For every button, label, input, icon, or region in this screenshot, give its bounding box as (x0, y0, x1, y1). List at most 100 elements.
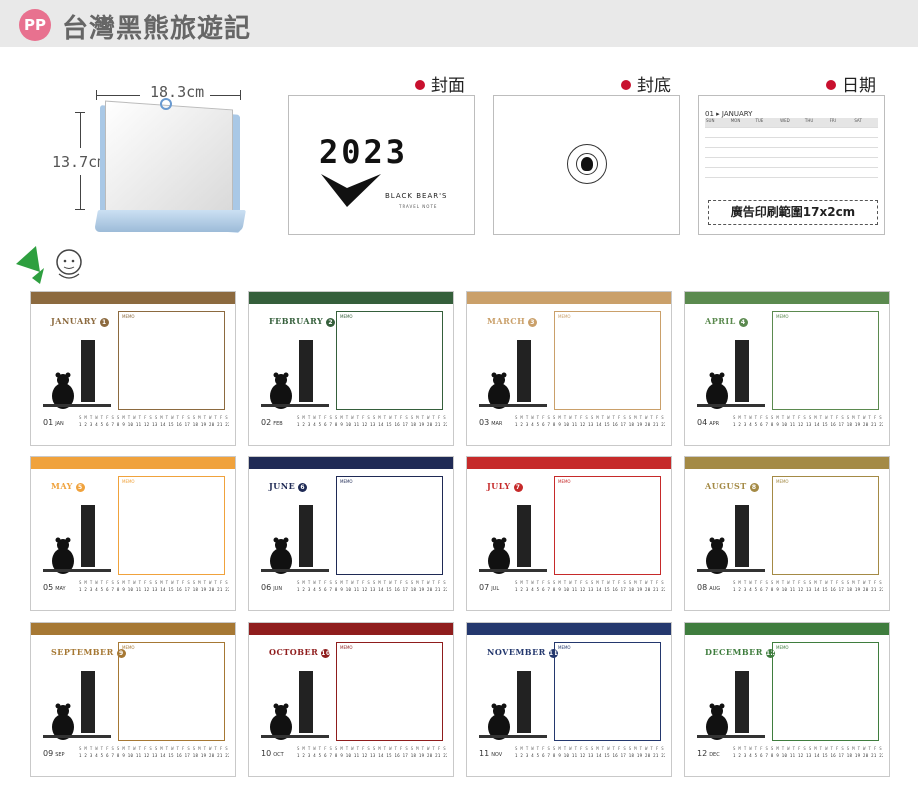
month-color-band (685, 457, 889, 469)
month-card-july: JULY 7 MEMO 07 JUL S M T W T F S S M T W T F … (466, 456, 672, 611)
week-row (705, 158, 878, 168)
month-footer-number: 02 (261, 418, 272, 427)
memo-box: MEMO (118, 476, 225, 575)
weekday-strip: S M T W T F S S M T W T F S S M T W T F … (515, 415, 665, 420)
month-name: FEBRUARY 2 (269, 316, 336, 327)
day-strip: S M T W T F S S M T W T F S S M T W T F … (297, 746, 447, 762)
weekday-strip: S M T W T F S S M T W T F S S M T W T F … (79, 580, 229, 585)
memo-box: MEMO (554, 642, 661, 741)
day-strip: S M T W T F S S M T W T F S S M T W T F … (515, 415, 665, 431)
dimension-tick (96, 90, 97, 100)
date-strip: 1 2 3 4 5 6 7 8 9 10 11 12 13 14 15 16 1… (733, 753, 883, 758)
memo-box: MEMO (554, 476, 661, 575)
month-name: JUNE 6 (269, 481, 308, 492)
day-strip: S M T W T F S S M T W T F S S M T W T F … (733, 580, 883, 596)
day-strip: S M T W T F S S M T W T F S S M T W T F … (297, 415, 447, 431)
bear-illustration-icon (697, 671, 765, 740)
dimension-line-height-top (80, 112, 81, 148)
cover-brand-sub: TRAVEL NOTE (399, 204, 438, 209)
month-name: JULY 7 (487, 481, 523, 492)
memo-box: MEMO (772, 476, 879, 575)
month-color-band (249, 623, 453, 635)
month-card-march: MARCH 3 MEMO 03 MAR S M T W T F S S M T W T F… (466, 291, 672, 446)
month-name-text: APRIL (705, 316, 736, 326)
month-card-september: SEPTEMBER 9 MEMO 09 SEP S M T W T F S S M T W… (30, 622, 236, 777)
month-footer-number: 04 (697, 418, 708, 427)
back-preview (493, 95, 680, 235)
month-number-badge: 8 (749, 483, 759, 492)
month-number-badge: 4 (738, 318, 748, 327)
month-number-badge: 1 (99, 318, 109, 327)
month-footer-number: 06 (261, 583, 272, 592)
month-footer: 12 DEC (697, 749, 720, 758)
day-strip: S M T W T F S S M T W T F S S M T W T F … (733, 415, 883, 431)
month-name: AUGUST 8 (705, 481, 759, 492)
date-strip: 1 2 3 4 5 6 7 8 9 10 11 12 13 14 15 16 1… (79, 587, 229, 592)
bullet-dot-icon (826, 80, 836, 90)
month-footer: 04 APR (697, 418, 719, 427)
memo-box: MEMO (336, 311, 443, 410)
month-footer: 01 JAN (43, 418, 64, 427)
weekday-strip: S M T W T F S S M T W T F S S M T W T F … (297, 415, 447, 420)
weekday-strip: S M T W T F S S M T W T F S S M T W T F … (733, 415, 883, 420)
memo-label: MEMO (122, 645, 135, 650)
week-row (705, 148, 878, 158)
memo-box: MEMO (118, 311, 225, 410)
page-title: 台灣黑熊旅遊記 (62, 14, 252, 44)
bullet-dot-icon (621, 80, 631, 90)
weekday: TUE (754, 118, 780, 127)
month-name-text: JUNE (269, 481, 296, 491)
month-color-band (685, 623, 889, 635)
month-footer: 08 AUG (697, 583, 720, 592)
month-name-text: AUGUST (705, 481, 747, 491)
weekday: MON (729, 118, 755, 127)
month-footer-number: 05 (43, 583, 54, 592)
month-color-band (685, 292, 889, 304)
cover-year: 2023 (319, 133, 409, 171)
month-card-january: JANUARY 1 MEMO 01 JAN S M T W T F S S M T W T… (30, 291, 236, 446)
label-date-text: 日期 (842, 76, 876, 96)
week-row (705, 168, 878, 178)
bullet-dot-icon (415, 80, 425, 90)
month-color-band (467, 623, 671, 635)
month-number-badge: 2 (326, 318, 336, 327)
check-mark-icon (321, 174, 381, 207)
weekday-row: SUN MON TUE WED THU FRI SAT (705, 118, 879, 128)
label-date: 日期 (826, 71, 876, 96)
dimension-line-height-bottom (80, 175, 81, 209)
month-name-text: NOVEMBER (487, 647, 546, 657)
memo-label: MEMO (340, 645, 353, 650)
month-number-badge: 10 (321, 649, 331, 658)
bear-illustration-icon (261, 340, 329, 409)
dimension-line-width-left (96, 95, 140, 96)
weekday-strip: S M T W T F S S M T W T F S S M T W T F … (297, 580, 447, 585)
memo-label: MEMO (776, 314, 789, 319)
memo-label: MEMO (776, 479, 789, 484)
month-card-february: FEBRUARY 2 MEMO 02 FEB S M T W T F S S M T W … (248, 291, 454, 446)
ad-print-area: 廣告印刷範圍17x2cm (708, 200, 878, 225)
weekday: WED (779, 118, 804, 127)
month-color-band (31, 457, 235, 469)
month-footer-abbr: MAY (55, 586, 66, 592)
month-number-badge: 5 (75, 483, 85, 492)
date-strip: 1 2 3 4 5 6 7 8 9 10 11 12 13 14 15 16 1… (515, 587, 665, 592)
month-number-badge: 6 (298, 483, 308, 492)
memo-box: MEMO (118, 642, 225, 741)
month-name: MARCH 3 (487, 316, 538, 327)
weekday: SAT (853, 118, 879, 127)
month-card-april: APRIL 4 MEMO 04 APR S M T W T F S S M T W T F… (684, 291, 890, 446)
month-name-text: OCTOBER (269, 647, 319, 657)
month-color-band (31, 623, 235, 635)
month-number-badge: 3 (528, 318, 538, 327)
month-footer-abbr: JUL (491, 586, 500, 592)
height-label: 13.7cm (52, 153, 107, 171)
month-footer: 02 FEB (261, 418, 283, 427)
month-card-august: AUGUST 8 MEMO 08 AUG S M T W T F S S M T W T … (684, 456, 890, 611)
month-footer-abbr: JAN (55, 421, 64, 427)
calendar-grid: SUN MON TUE WED THU FRI SAT (705, 118, 879, 188)
calendar-stand-base (94, 210, 246, 232)
week-row (705, 128, 878, 138)
weekday: THU (803, 118, 829, 127)
memo-label: MEMO (558, 645, 571, 650)
month-footer: 09 SEP (43, 749, 65, 758)
